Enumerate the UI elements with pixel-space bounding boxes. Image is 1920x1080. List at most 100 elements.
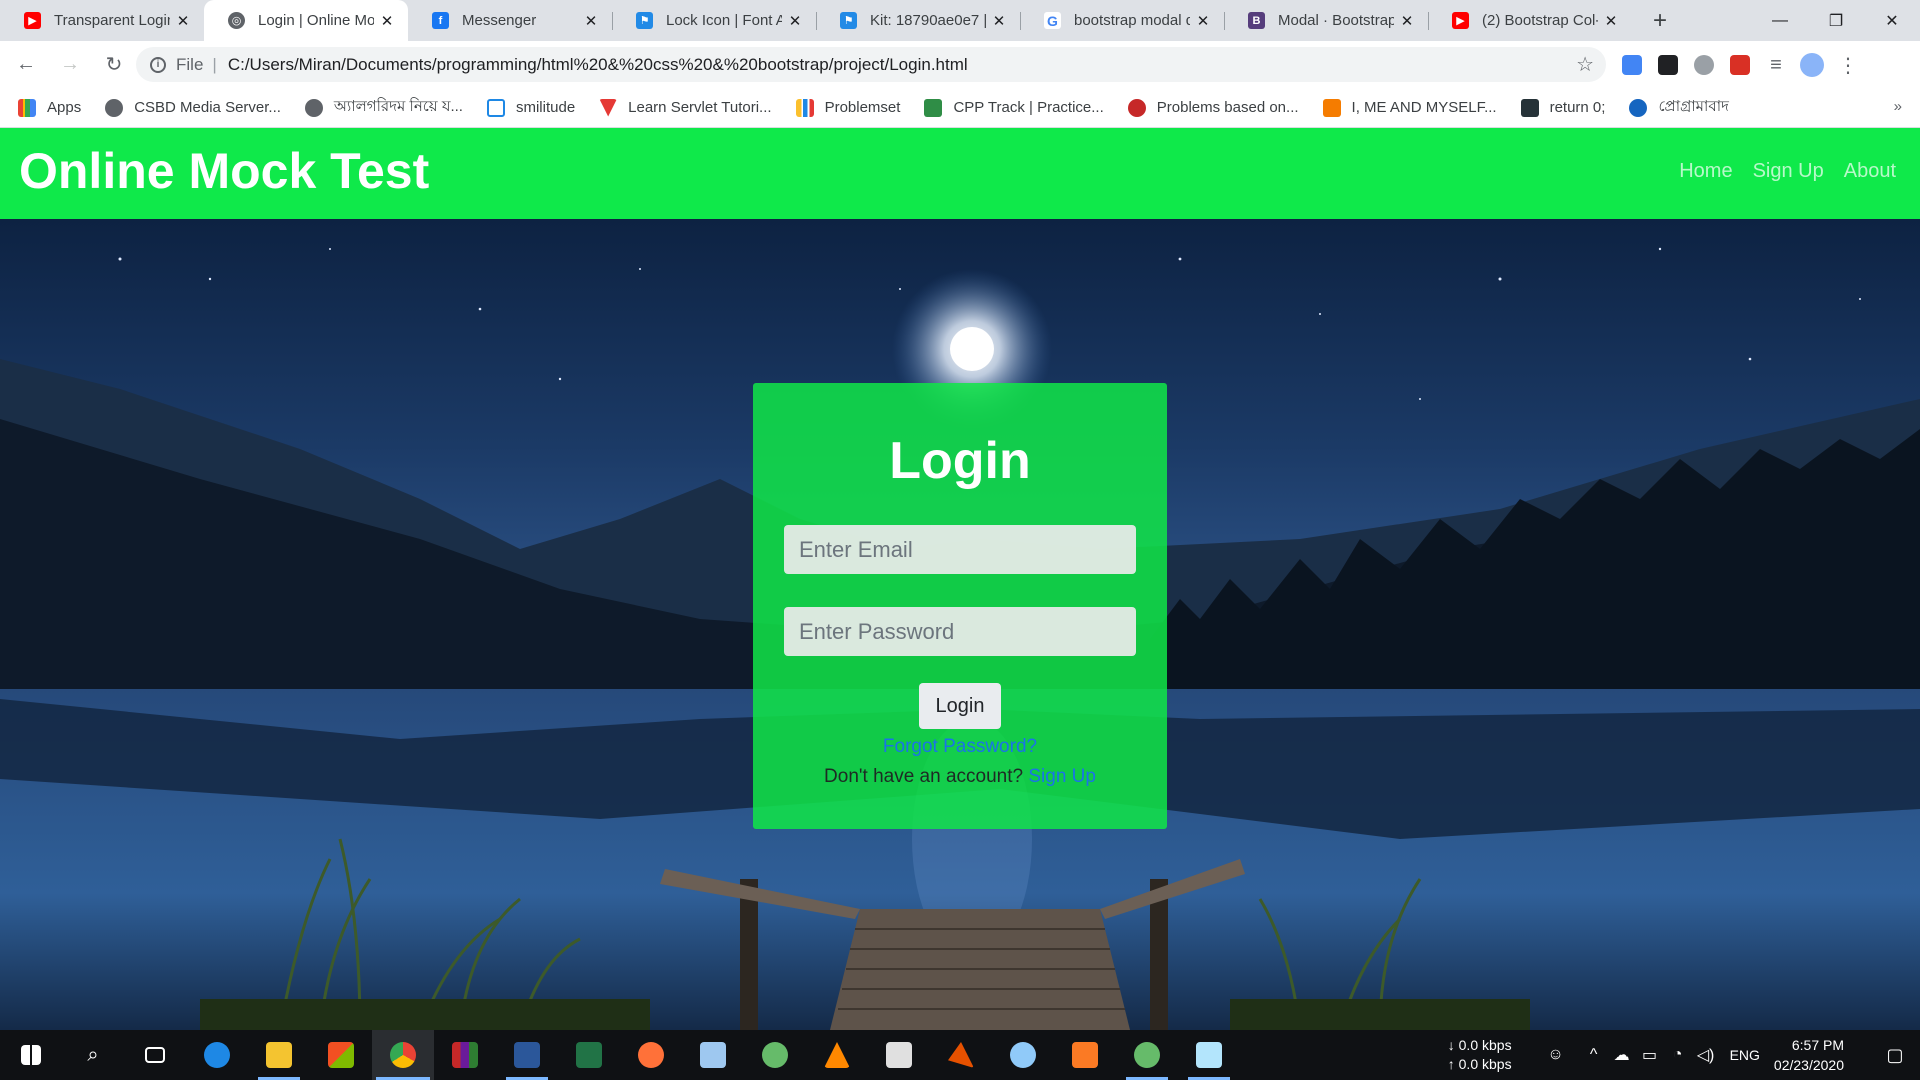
vlc-icon[interactable] <box>806 1030 868 1080</box>
bookmark-item[interactable]: অ্যালগরিদম নিয়ে য... <box>304 95 463 120</box>
battery-icon[interactable]: ▭ <box>1636 1045 1664 1065</box>
tab-title: Messenger <box>462 12 537 29</box>
login-button[interactable]: Login <box>919 683 1001 729</box>
password-input[interactable] <box>784 607 1136 656</box>
login-card: Login Login Forgot Password? Don't have … <box>753 383 1167 829</box>
extension-icon[interactable] <box>1726 47 1754 83</box>
close-icon[interactable]: ✕ <box>1194 12 1212 30</box>
windows-start-icon[interactable] <box>0 1030 62 1080</box>
bookmark-item[interactable]: return 0; <box>1520 98 1605 117</box>
bookmark-item[interactable]: smilitude <box>486 98 575 117</box>
drive-icon[interactable] <box>1690 47 1718 83</box>
nav-about-link[interactable]: About <box>1844 160 1896 183</box>
youtube-icon: ▶ <box>1452 12 1469 29</box>
bookmarks-overflow[interactable]: » <box>1894 98 1902 115</box>
back-arrow-icon[interactable]: ← <box>8 47 44 83</box>
browser-tab[interactable]: ▶ (2) Bootstrap Col-s ✕ <box>1428 0 1632 41</box>
browser-tab[interactable]: B Modal · Bootstrap ✕ <box>1224 0 1428 41</box>
avatar[interactable] <box>1798 47 1826 83</box>
edge-icon[interactable] <box>186 1030 248 1080</box>
close-icon[interactable]: ✕ <box>174 12 192 30</box>
close-window-icon[interactable]: ✕ <box>1864 0 1920 41</box>
volume-icon[interactable]: ◁) <box>1692 1045 1720 1065</box>
close-icon[interactable]: ✕ <box>990 12 1008 30</box>
bookmark-item[interactable]: Problemset <box>795 98 900 117</box>
reload-icon[interactable]: ↻ <box>96 47 132 83</box>
bookmark-item[interactable]: Learn Servlet Tutori... <box>599 98 772 117</box>
virtualbox-icon[interactable] <box>682 1030 744 1080</box>
chrome-icon[interactable] <box>372 1030 434 1080</box>
browser-tab[interactable]: G bootstrap modal d ✕ <box>1020 0 1224 41</box>
minimize-icon[interactable]: — <box>1752 0 1808 41</box>
bookmark-apps[interactable]: Apps <box>18 98 81 117</box>
clock[interactable]: 6:57 PM 02/23/2020 <box>1774 1035 1844 1075</box>
bookmark-item[interactable]: CSBD Media Server... <box>105 98 281 117</box>
xampp-icon[interactable] <box>1054 1030 1116 1080</box>
task-view-icon[interactable] <box>124 1030 186 1080</box>
forward-arrow-icon[interactable]: → <box>52 47 88 83</box>
info-icon[interactable]: i <box>150 56 166 73</box>
people-icon[interactable]: ☺ <box>1542 1046 1570 1064</box>
close-icon[interactable]: ✕ <box>1602 12 1620 30</box>
restore-icon[interactable]: ❐ <box>1808 0 1864 41</box>
atom-icon[interactable] <box>1116 1030 1178 1080</box>
bookmark-item[interactable]: CPP Track | Practice... <box>924 98 1104 117</box>
windows-taskbar: ⌕ ↓ 0.0 kbps ↑ 0.0 kbps ☺ ^ ☁ ▭ ◔ ◁) ENG… <box>0 1030 1920 1080</box>
notepad-icon[interactable] <box>1178 1030 1240 1080</box>
close-icon[interactable]: ✕ <box>378 12 396 30</box>
site-brand[interactable]: Online Mock Test <box>19 142 429 200</box>
signup-link[interactable]: Sign Up <box>1028 766 1096 787</box>
nav-signup-link[interactable]: Sign Up <box>1753 160 1824 183</box>
matlab-icon[interactable] <box>930 1030 992 1080</box>
calculator-icon[interactable] <box>868 1030 930 1080</box>
bookmark-star-icon[interactable]: ☆ <box>1576 52 1594 77</box>
email-input[interactable] <box>784 525 1136 574</box>
browser-tab[interactable]: f Messenger ✕ <box>408 0 612 41</box>
notification-icon[interactable]: ▢ <box>1870 1045 1920 1066</box>
media-queue-icon[interactable]: ≡ <box>1762 47 1790 83</box>
browser-tab[interactable]: ⚑ Lock Icon | Font Aw ✕ <box>612 0 816 41</box>
window-controls: — ❐ ✕ <box>1752 0 1920 41</box>
forgot-password-link[interactable]: Forgot Password? <box>753 736 1167 758</box>
clock-time: 6:57 PM <box>1791 1037 1844 1053</box>
tab-title: Modal · Bootstrap <box>1278 12 1394 29</box>
browser-tab[interactable]: ▶ Transparent Login ✕ <box>0 0 204 41</box>
onedrive-icon[interactable]: ☁ <box>1608 1045 1636 1065</box>
excel-icon[interactable] <box>558 1030 620 1080</box>
google-translate-icon[interactable] <box>1618 47 1646 83</box>
wifi-icon[interactable]: ◔ <box>1664 1046 1692 1064</box>
file-explorer-icon[interactable] <box>248 1030 310 1080</box>
winrar-icon[interactable] <box>434 1030 496 1080</box>
url-text[interactable]: C:/Users/Miran/Documents/programming/htm… <box>228 55 968 75</box>
store-icon[interactable] <box>310 1030 372 1080</box>
close-icon[interactable]: ✕ <box>1398 12 1416 30</box>
new-tab-button[interactable]: + <box>1640 0 1680 41</box>
chevron-up-icon[interactable]: ^ <box>1580 1046 1608 1064</box>
atom-icon[interactable] <box>744 1030 806 1080</box>
bootstrap-icon: B <box>1248 12 1265 29</box>
address-bar[interactable]: i File | C:/Users/Miran/Documents/progra… <box>136 47 1606 82</box>
net-up-text: ↑ 0.0 kbps <box>1447 1056 1512 1072</box>
close-icon[interactable]: ✕ <box>582 12 600 30</box>
bookmarks-bar: Apps CSBD Media Server... অ্যালগরিদম নিয… <box>0 88 1920 128</box>
search-icon[interactable]: ⌕ <box>62 1030 124 1080</box>
nav-home-link[interactable]: Home <box>1679 160 1732 183</box>
extension-icon[interactable] <box>1654 47 1682 83</box>
paint-icon[interactable] <box>992 1030 1054 1080</box>
menu-kebab-icon[interactable]: ⋮ <box>1834 47 1862 83</box>
word-icon[interactable] <box>496 1030 558 1080</box>
bookmark-item[interactable]: Problems based on... <box>1127 98 1299 117</box>
language-indicator[interactable]: ENG <box>1730 1047 1760 1063</box>
login-title: Login <box>889 432 1031 490</box>
tab-strip: ▶ Transparent Login ✕ ◎ Login | Online M… <box>0 0 1920 41</box>
blogger-icon <box>1322 98 1341 117</box>
bookmark-item[interactable]: প্রোগ্রামাবাদ <box>1629 95 1729 120</box>
browser-tab[interactable]: ⚑ Kit: 18790ae0e7 | F ✕ <box>816 0 1020 41</box>
geeksforgeeks-icon <box>924 98 943 117</box>
browser-tab-active[interactable]: ◎ Login | Online Moc ✕ <box>204 0 408 41</box>
bookmark-item[interactable]: I, ME AND MYSELF... <box>1322 98 1497 117</box>
close-icon[interactable]: ✕ <box>786 12 804 30</box>
firefox-icon[interactable] <box>620 1030 682 1080</box>
extensions-area: ≡ ⋮ <box>1618 47 1862 83</box>
page-viewport: Online Mock Test Home Sign Up About Logi… <box>0 128 1920 1030</box>
